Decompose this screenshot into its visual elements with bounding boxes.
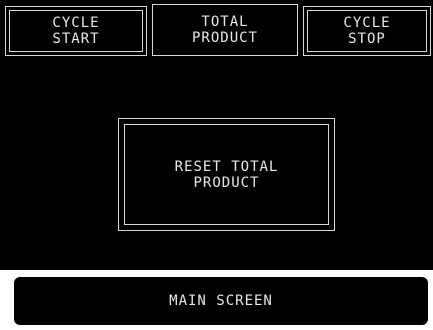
tab-total-product-line2: PRODUCT [191,30,258,46]
tab-strip: CYCLE START TOTAL PRODUCT CYCLE STOP [0,0,433,60]
tab-cycle-stop[interactable]: CYCLE STOP [303,6,431,56]
tab-cycle-stop-line2: STOP [348,31,386,47]
tab-cycle-stop-line1: CYCLE [343,15,391,31]
tab-cycle-start-line1: CYCLE [52,15,100,31]
tab-cycle-start[interactable]: CYCLE START [5,6,147,56]
tab-total-product[interactable]: TOTAL PRODUCT [152,4,298,56]
reset-button-label-line1: RESET TOTAL [174,158,279,175]
main-screen-button[interactable]: MAIN SCREEN [14,277,428,325]
reset-total-product-button[interactable]: RESET TOTAL PRODUCT [118,118,335,231]
reset-button-label: RESET TOTAL PRODUCT [175,159,279,191]
tab-cycle-start-line2: START [52,31,100,47]
reset-button-label-line2: PRODUCT [193,174,260,191]
tab-total-product-line1: TOTAL [201,14,249,30]
main-screen-button-label: MAIN SCREEN [169,293,273,309]
